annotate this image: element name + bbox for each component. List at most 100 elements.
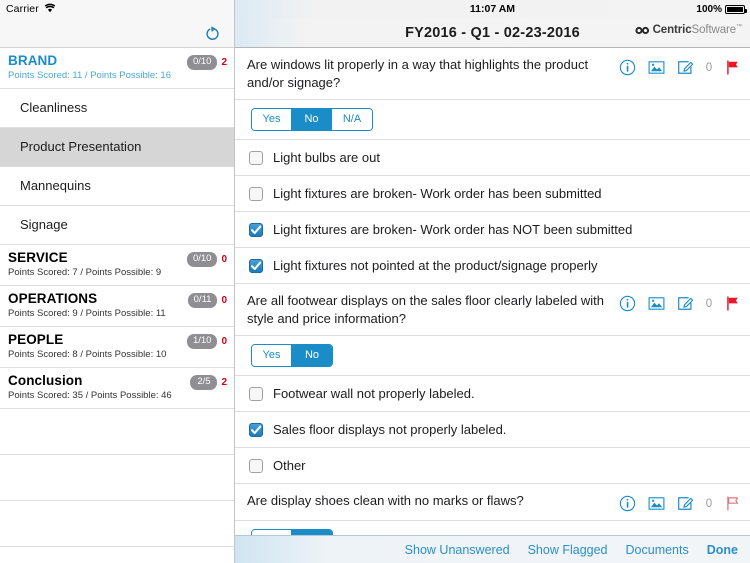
flag-icon[interactable] <box>723 58 742 77</box>
checkbox-row[interactable]: Sales floor displays not properly labele… <box>235 412 750 448</box>
checkbox-label: Light fixtures are broken- Work order ha… <box>273 186 602 201</box>
centric-software-logo: CentricSoftware™ <box>634 24 743 36</box>
checkbox-label: Sales floor displays not properly labele… <box>273 422 507 437</box>
question-list: Are windows lit properly in a way that h… <box>235 48 750 535</box>
documents-button[interactable]: Documents <box>626 543 689 557</box>
flag-icon[interactable] <box>723 494 742 513</box>
checkbox[interactable] <box>249 386 263 401</box>
logo-trademark: ™ <box>736 24 742 31</box>
sidebar-section-operations[interactable]: OPERATIONS Points Scored: 9 / Points Poss… <box>0 286 234 327</box>
sidebar-blank-row <box>0 409 234 455</box>
sidebar-blank-row <box>0 501 234 547</box>
checkbox-checked[interactable] <box>249 222 263 237</box>
score-badge: 0/10 <box>186 252 218 267</box>
navigation-bar: FY2016 - Q1 - 02-23-2016 CentricSoftware… <box>235 18 750 48</box>
photo-icon[interactable] <box>647 58 666 77</box>
answer-segmented-control[interactable]: YesNo <box>251 344 333 367</box>
sidebar-section-conclusion[interactable]: Conclusion Points Scored: 35 / Points Pos… <box>0 368 234 409</box>
answer-segment-row: YesNo <box>235 520 750 535</box>
note-icon[interactable] <box>676 58 695 77</box>
flag-count: 2 <box>221 57 227 68</box>
sidebar-section-list: BRAND Points Scored: 11 / Points Possible… <box>0 48 234 563</box>
checkbox-row[interactable]: Light bulbs are out <box>235 140 750 176</box>
sidebar-item-product-presentation[interactable]: Product Presentation <box>0 128 234 167</box>
wifi-icon <box>44 3 56 16</box>
checkbox-label: Other <box>273 458 306 473</box>
score-badge: 1/10 <box>186 334 218 349</box>
flag-count: 0 <box>221 254 227 265</box>
sidebar-toolbar <box>0 18 234 48</box>
section-points: Points Scored: 8 / Points Possible: 10 <box>8 349 167 360</box>
show-flagged-button[interactable]: Show Flagged <box>528 543 608 557</box>
section-points: Points Scored: 35 / Points Possible: 46 <box>8 390 172 401</box>
answer-option-yes[interactable]: Yes <box>252 345 292 366</box>
checkbox-row[interactable]: Light fixtures are broken- Work order ha… <box>235 176 750 212</box>
section-badges: 0/10 0 <box>186 252 227 267</box>
section-badges: 2/5 2 <box>190 375 227 390</box>
checkbox-row[interactable]: Footwear wall not properly labeled. <box>235 376 750 412</box>
note-icon[interactable] <box>676 294 695 313</box>
answer-segment-row: Yes No N/A <box>235 99 750 139</box>
sidebar-section-service[interactable]: SERVICE Points Scored: 7 / Points Possibl… <box>0 245 234 286</box>
sidebar-section-people[interactable]: PEOPLE Points Scored: 8 / Points Possible… <box>0 327 234 368</box>
info-icon[interactable] <box>618 294 637 313</box>
refresh-icon[interactable] <box>201 22 223 44</box>
checkbox-label: Light fixtures are broken- Work order ha… <box>273 222 633 237</box>
info-icon[interactable] <box>618 494 637 513</box>
question-text: Are display shoes clean with no marks or… <box>247 493 524 508</box>
show-unanswered-button[interactable]: Show Unanswered <box>405 543 510 557</box>
sidebar: Carrier BRAND Points Scored: 11 / Points … <box>0 0 235 563</box>
app-root: Carrier BRAND Points Scored: 11 / Points … <box>0 0 750 563</box>
note-count: 0 <box>705 297 713 310</box>
logo-brand: Centric <box>652 24 692 36</box>
flag-icon[interactable] <box>723 294 742 313</box>
checkbox[interactable] <box>249 186 263 201</box>
answer-option-no[interactable]: No <box>292 109 332 130</box>
sidebar-item-signage[interactable]: Signage <box>0 206 234 245</box>
answer-option-yes[interactable]: Yes <box>252 109 292 130</box>
sidebar-section-brand[interactable]: BRAND Points Scored: 11 / Points Possible… <box>0 48 234 89</box>
done-button[interactable]: Done <box>707 543 738 557</box>
page-title: FY2016 - Q1 - 02-23-2016 <box>405 24 580 41</box>
sidebar-blank-row <box>0 455 234 501</box>
question-actions: 0 <box>618 56 742 77</box>
answer-option-no[interactable]: No <box>292 345 332 366</box>
bottom-toolbar: Show Unanswered Show Flagged Documents D… <box>235 535 750 563</box>
photo-icon[interactable] <box>647 494 666 513</box>
checkbox-label: Footwear wall not properly labeled. <box>273 386 475 401</box>
answer-option-na[interactable]: N/A <box>332 109 372 130</box>
checkbox-row[interactable]: Other <box>235 448 750 484</box>
section-points: Points Scored: 9 / Points Possible: 11 <box>8 308 166 319</box>
checkbox-row[interactable]: Light fixtures not pointed at the produc… <box>235 248 750 284</box>
checkbox-checked[interactable] <box>249 422 263 437</box>
checkbox[interactable] <box>249 150 263 165</box>
checkbox-row[interactable]: Light fixtures are broken- Work order ha… <box>235 212 750 248</box>
carrier-label: Carrier <box>6 3 39 15</box>
flag-count: 0 <box>221 295 227 306</box>
question-header: Are all footwear displays on the sales f… <box>235 284 750 335</box>
sidebar-item-cleanliness[interactable]: Cleanliness <box>0 89 234 128</box>
question-block: Are windows lit properly in a way that h… <box>235 48 750 140</box>
note-count: 0 <box>705 497 713 510</box>
logo-text: CentricSoftware™ <box>652 24 743 36</box>
answer-segmented-control[interactable]: Yes No N/A <box>251 108 373 131</box>
question-actions: 0 <box>618 292 742 313</box>
question-text: Are all footwear displays on the sales f… <box>247 293 604 326</box>
photo-icon[interactable] <box>647 294 666 313</box>
question-header: Are windows lit properly in a way that h… <box>235 48 750 99</box>
checkbox[interactable] <box>249 458 263 473</box>
section-badges: 0/11 0 <box>187 293 227 308</box>
main-status-bar: 11:07 AM 100% <box>235 0 750 18</box>
note-icon[interactable] <box>676 494 695 513</box>
score-badge: 0/11 <box>187 293 218 308</box>
info-icon[interactable] <box>618 58 637 77</box>
question-block: Are all footwear displays on the sales f… <box>235 284 750 376</box>
question-header: Are display shoes clean with no marks or… <box>235 484 750 520</box>
score-badge: 0/10 <box>186 55 218 70</box>
clock: 11:07 AM <box>469 3 516 15</box>
sidebar-item-mannequins[interactable]: Mannequins <box>0 167 234 206</box>
section-badges: 1/10 0 <box>186 334 227 349</box>
logo-suffix: Software <box>691 24 737 36</box>
battery-icon <box>725 5 747 14</box>
checkbox-checked[interactable] <box>249 258 263 273</box>
